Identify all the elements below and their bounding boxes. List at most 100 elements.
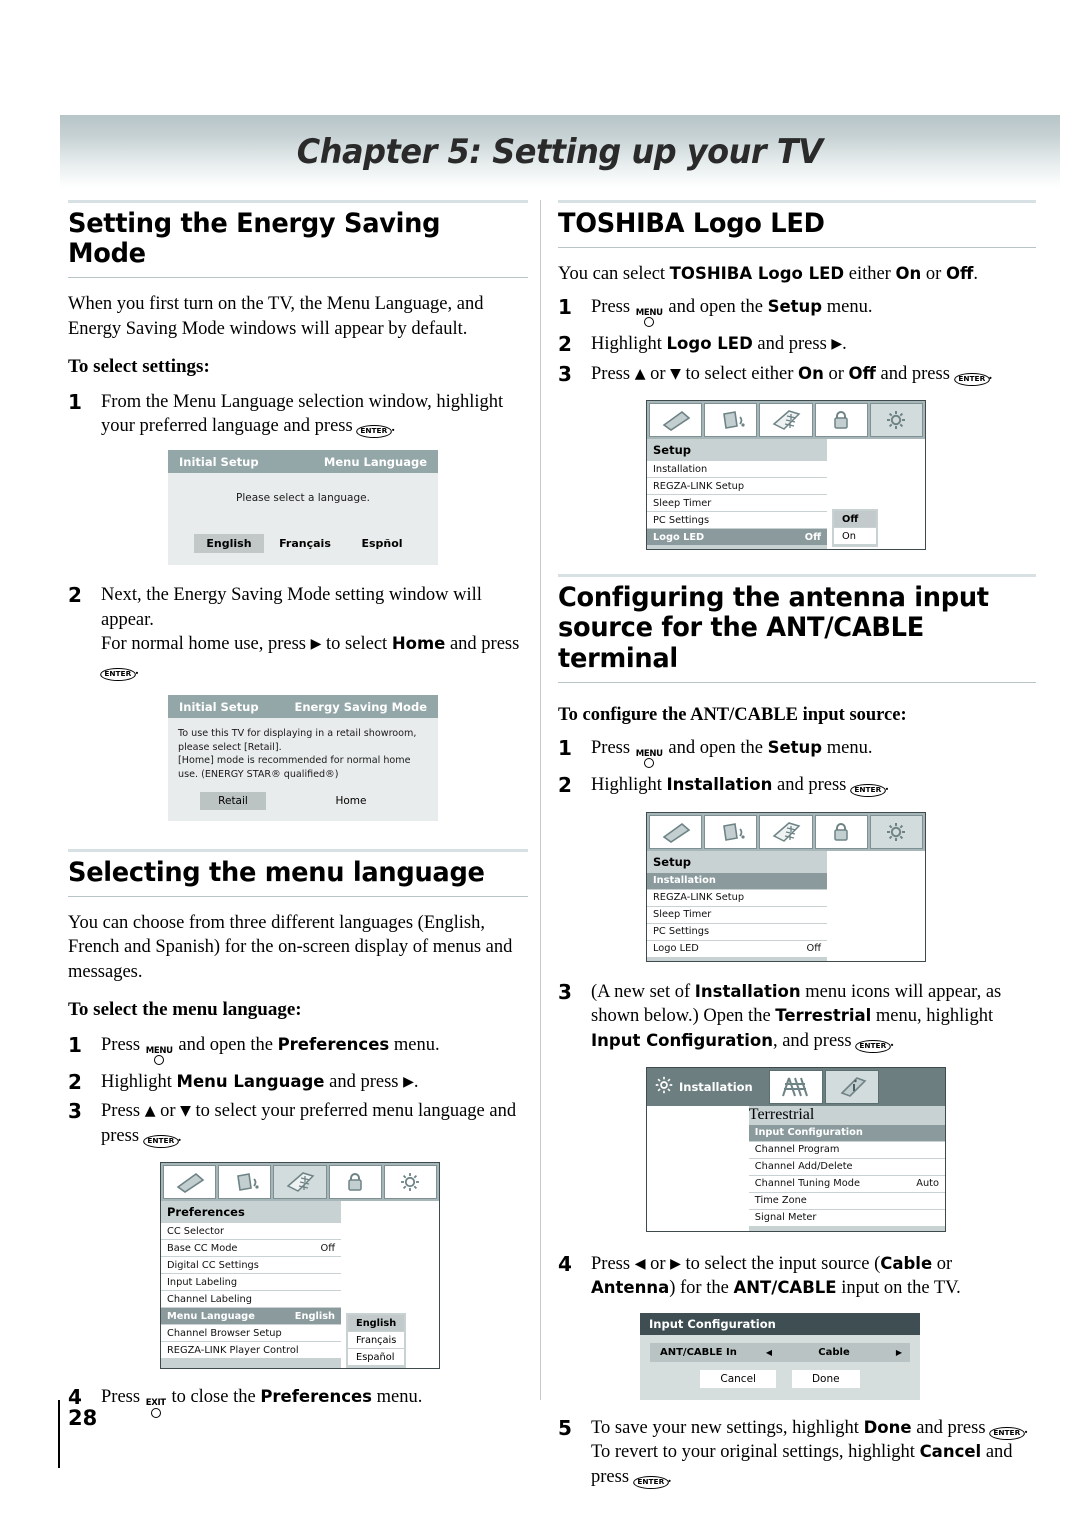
menu-row-input-labeling[interactable]: Input Labeling <box>161 1274 341 1291</box>
menu-row-base-cc-mode[interactable]: Base CC Mode Off <box>161 1240 341 1257</box>
row-label: Logo LED <box>653 943 699 955</box>
menu-row-channel-add-delete[interactable]: Channel Add/Delete <box>748 1158 945 1175</box>
submenu-item-off[interactable]: Off <box>834 511 876 528</box>
menu-body: Preferences CC Selector Base CC Mode Off … <box>161 1201 439 1369</box>
menu-row-regza-link-setup[interactable]: REGZA-LINK Setup <box>647 889 827 906</box>
submenu-item-english[interactable]: English <box>348 1315 405 1332</box>
menu-row-channel-labeling[interactable]: Channel Labeling <box>161 1291 341 1308</box>
osd-titlebar: Initial Setup Menu Language <box>168 450 438 474</box>
step-text-a: Press <box>101 1101 145 1122</box>
menu-language-steps: 1 Press MENU and open the Preferences me… <box>68 1033 528 1149</box>
lock-icon[interactable] <box>814 814 868 849</box>
step-text-b: and press <box>324 1072 404 1093</box>
setup-icon[interactable] <box>869 403 924 438</box>
menu-row-installation[interactable]: Installation <box>647 461 827 478</box>
menu-row-input-configuration[interactable]: Input Configuration <box>748 1124 945 1141</box>
menu-row-pc-settings[interactable]: PC Settings <box>647 923 827 940</box>
audio-icon[interactable] <box>218 1165 272 1200</box>
menu-language-subhead: To select the menu language: <box>68 998 302 1020</box>
energy-option-home[interactable]: Home <box>318 792 384 810</box>
language-option-espanol[interactable]: Espñol <box>346 534 418 553</box>
audio-icon[interactable] <box>704 403 758 438</box>
menu-row-sleep-timer[interactable]: Sleep Timer <box>647 906 827 923</box>
step-text-b: and press <box>752 334 832 355</box>
osd-setup-installation: Setup Installation REGZA-LINK Setup Slee… <box>646 811 1036 962</box>
lock-icon[interactable] <box>328 1165 382 1200</box>
step-text-end: . <box>390 416 396 437</box>
right-arrow-icon[interactable]: ▶ <box>888 1348 910 1357</box>
heading-rule-bottom <box>558 681 1036 683</box>
setup-list: Setup Installation REGZA-LINK Setup Slee… <box>647 439 827 550</box>
intro-d: . <box>973 264 978 285</box>
menu-row-pc-settings[interactable]: PC Settings <box>647 512 827 529</box>
step-text-e: and press <box>875 363 955 384</box>
preferences-icon[interactable] <box>273 1165 327 1200</box>
heading-line-2: source for the ANT/CABLE terminal <box>558 612 924 674</box>
step-item: 2 Highlight Menu Language and press ▶. <box>68 1070 528 1094</box>
enter-key-icon-2: ENTER <box>632 1475 669 1489</box>
step-text-d: and press <box>445 634 520 655</box>
menu-row-time-zone[interactable]: Time Zone <box>748 1192 945 1209</box>
enter-key-icon: ENTER <box>356 425 392 439</box>
energy-option-retail[interactable]: Retail <box>200 791 266 810</box>
row-label: Logo LED <box>653 531 705 543</box>
antenna-icon[interactable] <box>768 1069 823 1104</box>
menu-row-channel-browser-setup[interactable]: Channel Browser Setup <box>161 1325 341 1342</box>
menu-row-regza-link-setup[interactable]: REGZA-LINK Setup <box>647 478 827 495</box>
picture-icon[interactable] <box>649 814 703 849</box>
left-arrow-icon[interactable]: ◀ <box>758 1348 780 1357</box>
step-text-d: or <box>823 363 849 384</box>
language-options: English Français Espñol <box>178 534 428 554</box>
dialog-body: ANT/CABLE In ◀ Cable ▶ Cancel Done <box>640 1335 920 1400</box>
menu-row-installation[interactable]: Installation <box>647 872 827 889</box>
step-bold: Installation <box>666 775 773 795</box>
preferences-icon[interactable] <box>759 403 813 438</box>
row-value: English <box>294 1310 335 1322</box>
setup-icon[interactable] <box>383 1165 438 1200</box>
menu-row-digital-cc-settings[interactable]: Digital CC Settings <box>161 1257 341 1274</box>
menu-language-intro: You can choose from three different lang… <box>68 912 513 982</box>
picture-icon[interactable] <box>163 1165 217 1200</box>
menu-title: Preferences <box>167 1205 245 1220</box>
picture-icon[interactable] <box>649 403 703 438</box>
menu-title: Setup <box>653 443 691 458</box>
row-value: Auto <box>916 1178 939 1190</box>
submenu-item-espanol[interactable]: Español <box>348 1349 405 1366</box>
setup-icon[interactable] <box>869 814 924 849</box>
menu-row-cc-selector[interactable]: CC Selector <box>161 1223 341 1240</box>
step-text-a: Press <box>591 296 635 317</box>
menu-row-sleep-timer[interactable]: Sleep Timer <box>647 495 827 512</box>
intro-a: You can select <box>558 264 670 285</box>
row-label: REGZA-LINK Setup <box>653 892 745 904</box>
step-bold-done: Done <box>863 1417 912 1437</box>
menu-row-channel-program[interactable]: Channel Program <box>748 1141 945 1158</box>
menu-row-logo-led[interactable]: Logo LED Off <box>647 529 827 546</box>
left-arrow-icon: ◀ <box>634 1255 646 1272</box>
step-number: 1 <box>68 1032 82 1057</box>
audio-icon[interactable] <box>704 814 758 849</box>
lock-icon[interactable] <box>814 403 868 438</box>
language-option-english[interactable]: English <box>194 534 264 554</box>
done-button[interactable]: Done <box>791 1369 860 1388</box>
menu-row-menu-language[interactable]: Menu Language English <box>161 1308 341 1325</box>
row-label: CC Selector <box>167 1225 225 1237</box>
cancel-button[interactable]: Cancel <box>700 1369 776 1388</box>
menu-row-signal-meter[interactable]: Signal Meter <box>748 1209 945 1226</box>
heading-rule-bottom <box>558 247 1036 249</box>
preferences-icon[interactable] <box>759 814 813 849</box>
osd-title-right: Energy Saving Mode <box>294 699 427 714</box>
step-bold: Menu Language <box>176 1072 325 1092</box>
row-value: Off <box>320 1242 335 1254</box>
menu-row-regza-link-player-control[interactable]: REGZA-LINK Player Control <box>161 1342 341 1359</box>
submenu-item-francais[interactable]: Français <box>348 1332 405 1349</box>
installation-spacer <box>647 1106 749 1231</box>
chapter-title: Chapter 5: Setting up your TV <box>297 132 823 172</box>
language-option-francais[interactable]: Français <box>264 534 346 553</box>
osd-title-right: Menu Language <box>323 454 427 469</box>
menu-row-logo-led[interactable]: Logo LED Off <box>647 940 827 957</box>
menu-row-channel-tuning-mode[interactable]: Channel Tuning Mode Auto <box>748 1175 945 1192</box>
information-icon[interactable] <box>824 1069 879 1104</box>
submenu-item-on[interactable]: On <box>834 528 876 545</box>
osd-preferences-menu: Preferences CC Selector Base CC Mode Off … <box>160 1162 528 1370</box>
ant-cable-in-row[interactable]: ANT/CABLE In ◀ Cable ▶ <box>650 1342 910 1362</box>
